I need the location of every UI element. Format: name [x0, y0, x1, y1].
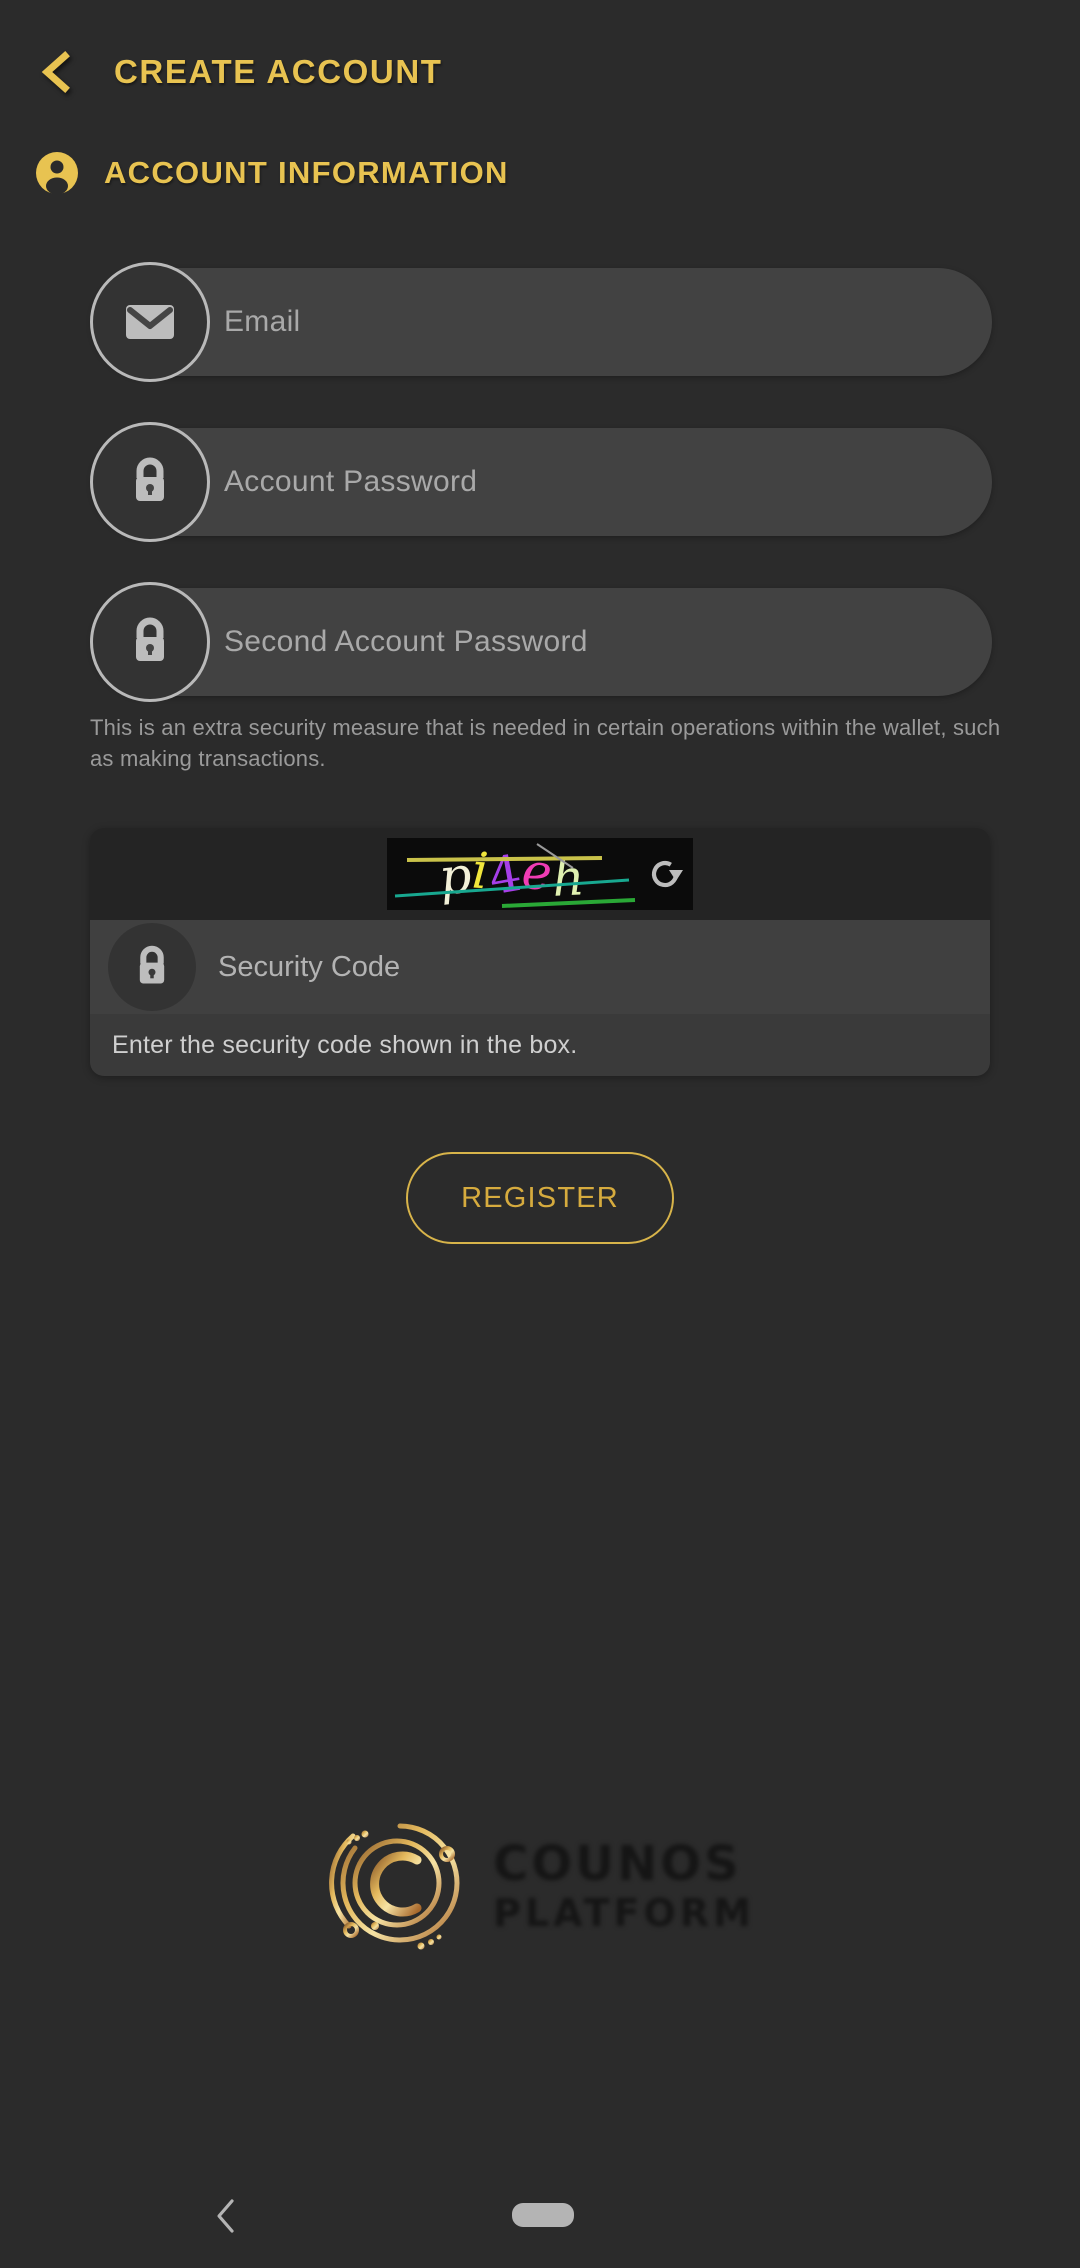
second-password-placeholder: Second Account Password	[224, 625, 588, 658]
app-header: CREATE ACCOUNT	[0, 32, 1080, 112]
security-code-icon-container	[108, 923, 196, 1011]
create-account-screen: CREATE ACCOUNT ACCOUNT INFORMATION Email	[0, 0, 1080, 2268]
android-navigation-bar	[0, 2160, 1080, 2268]
nav-back-icon	[217, 2199, 234, 2233]
security-code-hint: Enter the security code shown in the box…	[90, 1014, 990, 1076]
account-password-field-row[interactable]: Account Password	[90, 422, 992, 542]
second-account-password-field-row[interactable]: Second Account Password	[90, 582, 992, 702]
section-header: ACCOUNT INFORMATION	[34, 145, 509, 201]
back-button[interactable]	[34, 50, 78, 94]
logo-line-1: COUNOS	[493, 1832, 742, 1889]
captcha-panel: pi4eh Security Code Enter the security c…	[90, 828, 990, 1076]
captcha-image: pi4eh	[387, 838, 637, 910]
lock-icon	[139, 945, 165, 984]
captcha-char: e	[518, 841, 556, 903]
logo-line-2: PLATFORM	[493, 1887, 755, 1932]
captcha-display-row: pi4eh	[90, 828, 990, 920]
person-icon	[36, 152, 78, 194]
lock-icon	[136, 457, 164, 501]
lock-icon	[136, 617, 164, 661]
account-password-placeholder: Account Password	[224, 465, 478, 498]
captcha-code-text: pi4eh	[435, 841, 587, 907]
mail-icon	[126, 305, 174, 339]
security-code-placeholder: Security Code	[218, 950, 401, 983]
security-code-field-row[interactable]: Security Code	[90, 920, 990, 1014]
counos-logo-mark-icon	[329, 1823, 460, 1949]
email-icon-container	[90, 262, 210, 382]
captcha-char: h	[550, 848, 588, 908]
section-title: ACCOUNT INFORMATION	[104, 155, 509, 190]
chevron-left-icon	[41, 51, 70, 93]
captcha-refresh-button[interactable]	[637, 838, 693, 910]
counos-logo: COUNOS PLATFORM	[0, 1805, 1080, 1960]
second-password-icon-container	[90, 582, 210, 702]
nav-back-button[interactable]	[206, 2196, 246, 2236]
account-password-icon-container	[90, 422, 210, 542]
email-placeholder: Email	[224, 305, 301, 338]
refresh-icon	[651, 860, 683, 888]
second-password-helper-text: This is an extra security measure that i…	[90, 715, 1001, 771]
register-button[interactable]: REGISTER	[406, 1152, 674, 1244]
page-title: CREATE ACCOUNT	[114, 53, 443, 90]
captcha-char: p	[435, 845, 475, 907]
home-pill-indicator[interactable]	[512, 2203, 574, 2227]
counos-logo-text: COUNOS PLATFORM	[493, 1837, 755, 1929]
email-field-row[interactable]: Email	[90, 262, 992, 382]
